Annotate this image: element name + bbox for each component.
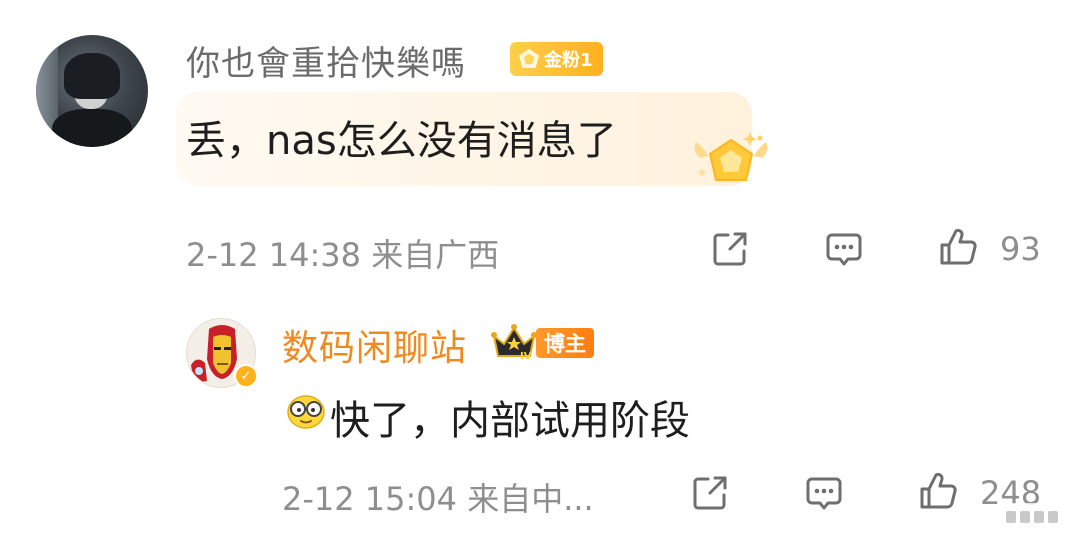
thumbs-up-icon[interactable] [918,471,958,511]
reply-meta: 2-12 15:04 来自中... [282,480,594,518]
fan-badge-label: 金粉1 [544,50,593,71]
watermark [1000,503,1072,531]
comment-icon[interactable] [824,229,864,269]
like-count: 93 [1000,230,1041,268]
emoji-icon [287,395,325,429]
thumbs-up-icon[interactable] [938,227,978,267]
crown-level: IV [520,351,532,362]
fan-emblem-icon [694,132,768,181]
crown-icon[interactable]: IV [490,322,538,362]
verified-icon: ✓ [234,364,258,388]
commenter-username[interactable]: 你也會重拾快樂嗎 [186,36,466,85]
gem-icon [519,49,539,68]
reply-text[interactable]: 快了，内部试用阶段 [330,388,690,446]
comment-meta: 2-12 14:38 来自广西 [186,236,500,274]
author-username[interactable]: 数码闲聊站 [282,319,467,371]
comment-text[interactable]: 丢，nas怎么没有消息了 [186,108,617,166]
commenter-avatar[interactable] [36,35,148,147]
fan-badge[interactable]: 金粉1 [510,42,603,76]
blogger-badge[interactable]: 博主 [536,328,594,358]
comment-icon[interactable] [804,473,844,513]
avatar-body [52,109,132,147]
share-icon[interactable] [690,473,730,513]
share-icon[interactable] [710,229,750,269]
avatar-hair [64,53,120,99]
